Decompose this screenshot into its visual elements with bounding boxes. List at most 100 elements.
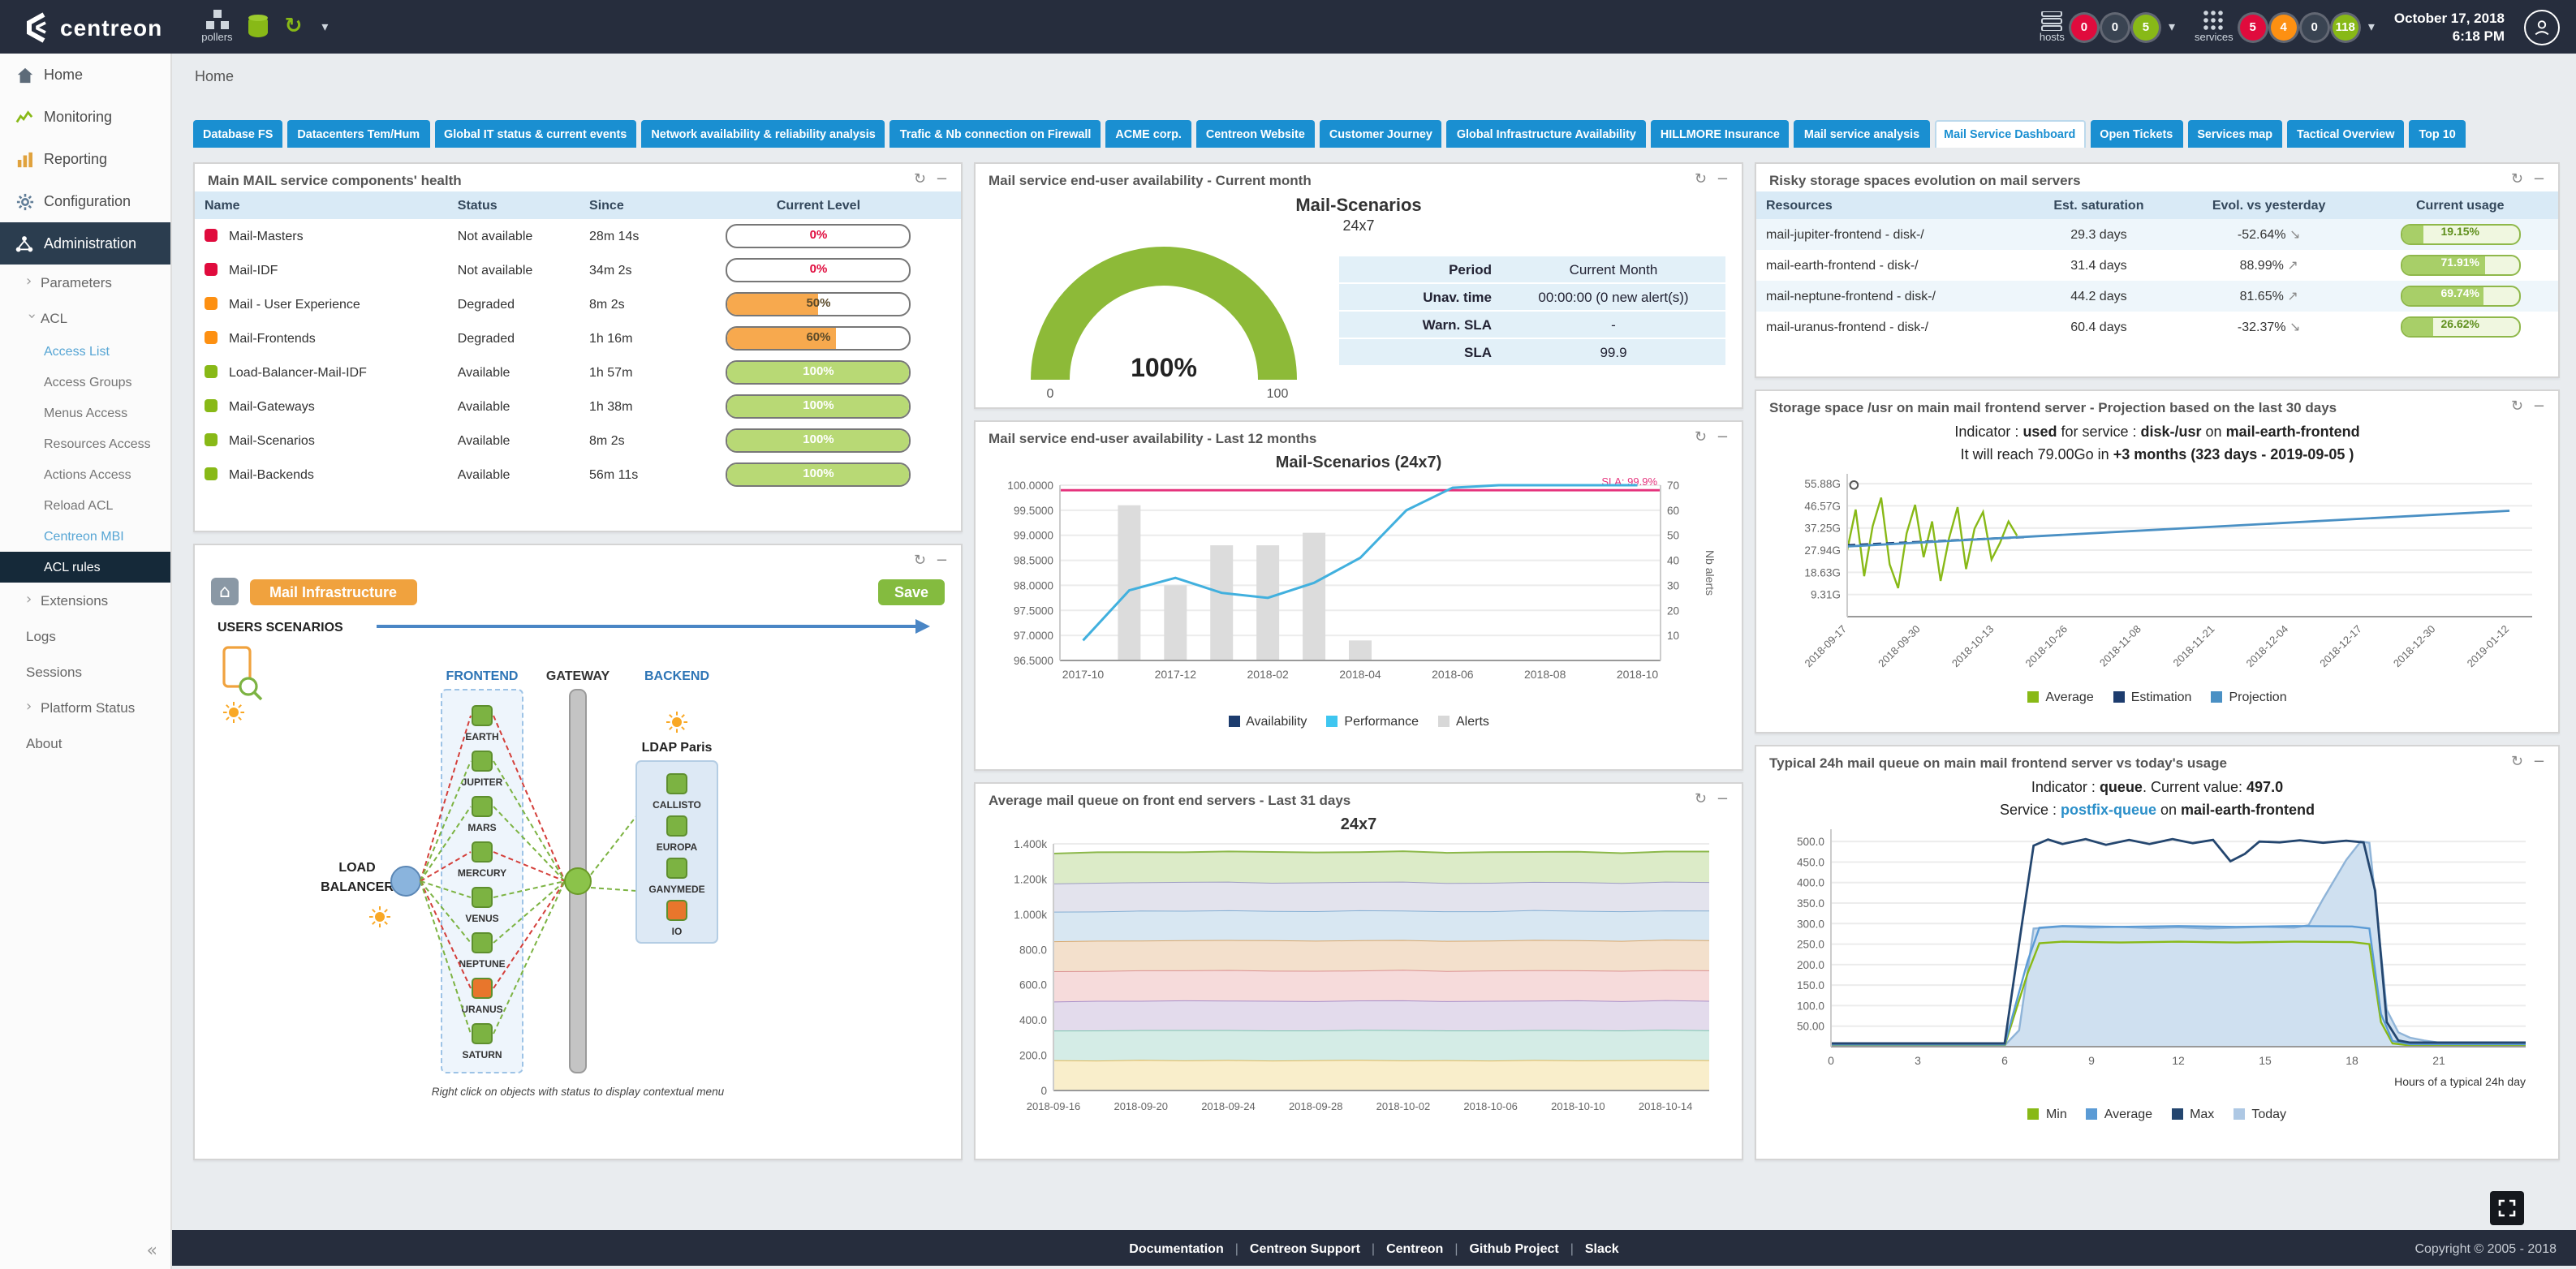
storage-row[interactable]: mail-jupiter-frontend - disk-/29.3 days-… xyxy=(1756,219,2558,250)
panel-minimize-icon[interactable]: − xyxy=(936,553,948,570)
tab-mail-service-analysis[interactable]: Mail service analysis xyxy=(1794,120,1929,148)
panel-refresh-icon[interactable]: ↻ xyxy=(2511,399,2523,415)
svg-text:SATURN: SATURN xyxy=(462,1049,502,1060)
sidebar-item-sessions[interactable]: Sessions xyxy=(0,654,170,690)
hosts-badge[interactable]: 0 xyxy=(2102,14,2128,40)
poller-menu[interactable]: pollers ↻ ▾ xyxy=(185,0,344,54)
health-row[interactable]: Mail-GatewaysAvailable1h 38m100% xyxy=(195,389,961,424)
services-status[interactable]: services 540118 ▾ xyxy=(2195,10,2375,44)
storage-row[interactable]: mail-earth-frontend - disk-/31.4 days88.… xyxy=(1756,250,2558,281)
legend-label: Availability xyxy=(1246,714,1307,729)
footer-link-github-project[interactable]: Github Project xyxy=(1469,1241,1558,1255)
sidebar-item-access-list[interactable]: Access List xyxy=(0,336,170,367)
panel-minimize-icon[interactable]: − xyxy=(1717,172,1729,188)
sidebar-item-monitoring[interactable]: Monitoring xyxy=(0,96,170,138)
tab-network-availability-reliability-analysis[interactable]: Network availability & reliability analy… xyxy=(641,120,885,148)
health-row[interactable]: Mail-FrontendsDegraded1h 16m60% xyxy=(195,321,961,355)
tab-datacenters-tem-hum[interactable]: Datacenters Tem/Hum xyxy=(287,120,429,148)
panel-minimize-icon[interactable]: − xyxy=(2533,399,2545,415)
sidebar-item-about[interactable]: About xyxy=(0,725,170,761)
panel-minimize-icon[interactable]: − xyxy=(2533,755,2545,771)
sidebar-item-resources-access[interactable]: Resources Access xyxy=(0,428,170,459)
storage-row[interactable]: mail-neptune-frontend - disk-/44.2 days8… xyxy=(1756,281,2558,312)
breadcrumb[interactable]: Home xyxy=(172,54,2576,84)
tab-services-map[interactable]: Services map xyxy=(2187,120,2282,148)
sidebar-item-extensions[interactable]: ›Extensions xyxy=(0,583,170,618)
services-badge[interactable]: 118 xyxy=(2333,14,2358,40)
sidebar-item-acl[interactable]: ›ACL xyxy=(0,300,170,336)
hosts-badge[interactable]: 0 xyxy=(2071,14,2097,40)
panel-minimize-icon[interactable]: − xyxy=(1717,792,1729,808)
tab-acme-corp[interactable]: ACME corp. xyxy=(1105,120,1191,148)
tab-customer-journey[interactable]: Customer Journey xyxy=(1320,120,1442,148)
services-badge[interactable]: 5 xyxy=(2240,14,2266,40)
sidebar-item-acl-rules[interactable]: ACL rules xyxy=(0,552,170,583)
component-name: Mail-IDF xyxy=(229,263,278,277)
panel-refresh-icon[interactable]: ↻ xyxy=(1695,172,1707,188)
sidebar-item-configuration[interactable]: Configuration xyxy=(0,180,170,222)
tab-top-10[interactable]: Top 10 xyxy=(2409,120,2465,148)
footer-links: Documentation|Centreon Support|Centreon|… xyxy=(172,1241,2576,1255)
fullscreen-button[interactable] xyxy=(2490,1191,2524,1225)
panel-health: Main MAIL service components' health ↻ −… xyxy=(193,162,963,532)
user-icon xyxy=(2532,17,2552,37)
home-icon[interactable]: ⌂ xyxy=(211,578,239,605)
centreon-logo[interactable]: centreon xyxy=(0,9,185,45)
svg-text:EUROPA: EUROPA xyxy=(657,841,698,853)
tab-trafic-nb-connection-on-firewall[interactable]: Trafic & Nb connection on Firewall xyxy=(890,120,1101,148)
tab-mail-service-dashboard[interactable]: Mail Service Dashboard xyxy=(1934,120,2085,148)
sidebar-item-reporting[interactable]: Reporting xyxy=(0,138,170,180)
tab-hillmore-insurance[interactable]: HILLMORE Insurance xyxy=(1651,120,1790,148)
svg-text:2018-10-26: 2018-10-26 xyxy=(2023,623,2070,670)
svg-text:2019-01-12: 2019-01-12 xyxy=(2465,623,2512,670)
services-badge[interactable]: 4 xyxy=(2271,14,2297,40)
footer-link-centreon[interactable]: Centreon xyxy=(1386,1241,1443,1255)
sidebar-item-logs[interactable]: Logs xyxy=(0,618,170,654)
panel-queue: Average mail queue on front end servers … xyxy=(974,782,1743,1160)
health-row[interactable]: Mail-MastersNot available28m 14s0% xyxy=(195,219,961,253)
evolution: 81.65% ↗ xyxy=(2176,281,2363,312)
tab-open-tickets[interactable]: Open Tickets xyxy=(2090,120,2182,148)
storage-row[interactable]: mail-uranus-frontend - disk-/60.4 days-3… xyxy=(1756,312,2558,342)
tab-tactical-overview[interactable]: Tactical Overview xyxy=(2287,120,2404,148)
save-button[interactable]: Save xyxy=(878,579,945,604)
infrastructure-diagram[interactable]: USERS SCENARIOSFRONTENDGATEWAYBACKENDLOA… xyxy=(195,605,963,1086)
tab-database-fs[interactable]: Database FS xyxy=(193,120,282,148)
sidebar-collapse-button[interactable]: « xyxy=(147,1240,157,1261)
sidebar-item-administration[interactable]: Administration xyxy=(0,222,170,265)
hosts-badge[interactable]: 5 xyxy=(2133,14,2159,40)
panel-refresh-icon[interactable]: ↻ xyxy=(914,172,926,188)
sidebar-item-access-groups[interactable]: Access Groups xyxy=(0,367,170,398)
footer-link-centreon-support[interactable]: Centreon Support xyxy=(1250,1241,1360,1255)
footer-link-documentation[interactable]: Documentation xyxy=(1129,1241,1223,1255)
sidebar-item-parameters[interactable]: ›Parameters xyxy=(0,265,170,300)
panel-minimize-icon[interactable]: − xyxy=(1717,430,1729,446)
sidebar-item-centreon-mbi[interactable]: Centreon MBI xyxy=(0,521,170,552)
panel-refresh-icon[interactable]: ↻ xyxy=(1695,430,1707,446)
user-menu[interactable] xyxy=(2524,9,2560,45)
footer-link-slack[interactable]: Slack xyxy=(1585,1241,1619,1255)
legend-item-min: Min xyxy=(2028,1107,2067,1121)
health-row[interactable]: Mail - User ExperienceDegraded8m 2s50% xyxy=(195,287,961,321)
panel-refresh-icon[interactable]: ↻ xyxy=(914,553,926,570)
health-row[interactable]: Mail-BackendsAvailable56m 11s100% xyxy=(195,458,961,492)
sidebar-item-reload-acl[interactable]: Reload ACL xyxy=(0,490,170,521)
tab-global-infrastructure-availability[interactable]: Global Infrastructure Availability xyxy=(1447,120,1646,148)
sidebar-item-menus-access[interactable]: Menus Access xyxy=(0,398,170,428)
panel-minimize-icon[interactable]: − xyxy=(936,172,948,188)
health-row[interactable]: Mail-ScenariosAvailable8m 2s100% xyxy=(195,424,961,458)
panel-minimize-icon[interactable]: − xyxy=(2533,172,2545,188)
tab-global-it-status-current-events[interactable]: Global IT status & current events xyxy=(434,120,636,148)
sidebar-item-actions-access[interactable]: Actions Access xyxy=(0,459,170,490)
panel-title: Mail service end-user availability - Cur… xyxy=(989,172,1312,188)
panel-refresh-icon[interactable]: ↻ xyxy=(1695,792,1707,808)
services-badge[interactable]: 0 xyxy=(2302,14,2328,40)
hosts-status[interactable]: hosts 005 ▾ xyxy=(2040,11,2175,43)
sidebar-item-platform-status[interactable]: ›Platform Status xyxy=(0,690,170,725)
health-row[interactable]: Load-Balancer-Mail-IDFAvailable1h 57m100… xyxy=(195,355,961,389)
panel-refresh-icon[interactable]: ↻ xyxy=(2511,755,2523,771)
sidebar-item-home[interactable]: Home xyxy=(0,54,170,96)
health-row[interactable]: Mail-IDFNot available34m 2s0% xyxy=(195,253,961,287)
tab-centreon-website[interactable]: Centreon Website xyxy=(1196,120,1315,148)
panel-refresh-icon[interactable]: ↻ xyxy=(2511,172,2523,188)
